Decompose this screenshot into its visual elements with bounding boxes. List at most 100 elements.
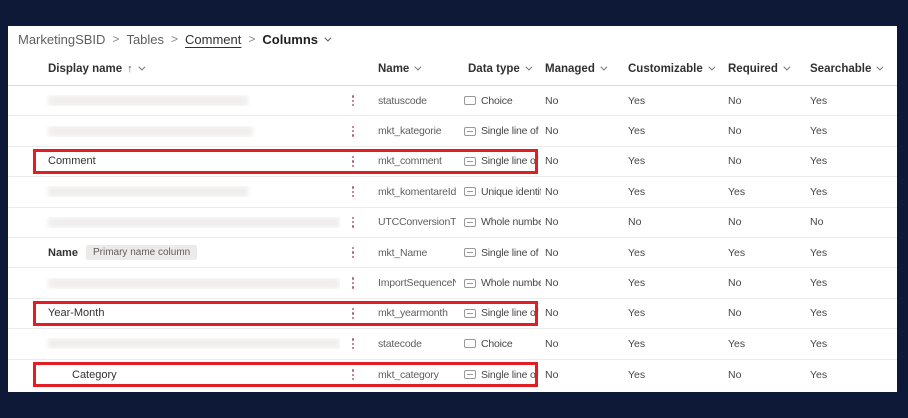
- table-row[interactable]: ImportSequenceNu... Whole number No Yes No Ye…: [8, 268, 897, 299]
- cell-data-type: Single line of te:: [456, 247, 541, 259]
- table-row[interactable]: Name Primary name column mkt_Name Single li…: [8, 238, 897, 269]
- breadcrumb-entity[interactable]: Comment: [185, 32, 241, 47]
- chevron-down-icon[interactable]: [324, 34, 332, 42]
- more-options-icon[interactable]: [350, 215, 356, 230]
- datatype-text-icon: [464, 126, 476, 136]
- cell-data-type: Whole number: [456, 216, 541, 228]
- table-row[interactable]: statuscode Choice No Yes No Yes: [8, 86, 897, 117]
- cell-display-name[interactable]: [8, 338, 340, 350]
- cell-searchable: No: [810, 216, 824, 229]
- chevron-down-icon[interactable]: [525, 63, 533, 71]
- header-customizable[interactable]: Customizable: [624, 63, 724, 75]
- cell-managed: No: [545, 368, 559, 381]
- datatype-text-icon: [464, 156, 476, 166]
- cell-display-name[interactable]: [8, 277, 340, 289]
- table-row[interactable]: statecode Choice No Yes Yes Yes: [8, 329, 897, 360]
- cell-actions: [340, 336, 366, 351]
- datatype-text-icon: [464, 248, 476, 258]
- cell-name: mkt_komentareId: [378, 185, 456, 198]
- cell-display-name[interactable]: Name Primary name column: [8, 245, 340, 261]
- breadcrumb-tables[interactable]: Tables: [126, 32, 164, 47]
- cell-name: ImportSequenceNu...: [378, 277, 456, 290]
- datatype-number-icon: [464, 217, 476, 227]
- cell-display-name[interactable]: [8, 186, 340, 198]
- cell-data-type: Single line of te:: [456, 155, 541, 167]
- cell-actions: [340, 154, 366, 169]
- data-type-text: Whole number: [481, 216, 541, 229]
- screenshot-root: { "frame": { "matte_color": "#0d1936" },…: [0, 0, 908, 418]
- cell-display-name[interactable]: Year-Month: [8, 307, 340, 319]
- cell-display-name[interactable]: [8, 216, 340, 228]
- columns-view-panel: MarketingSBID > Tables > Comment > Colum…: [8, 26, 897, 392]
- cell-display-name[interactable]: Comment: [8, 155, 340, 167]
- table-row[interactable]: mkt_komentareId Unique identifie No Yes Yes Y…: [8, 177, 897, 208]
- data-type-text: Single line of te:: [481, 246, 541, 259]
- datatype-choice-icon: [464, 96, 476, 106]
- cell-required: Yes: [728, 337, 746, 350]
- cell-name: statecode: [378, 337, 422, 350]
- more-options-icon[interactable]: [350, 184, 356, 199]
- header-data-type[interactable]: Data type: [456, 63, 541, 75]
- cell-searchable: Yes: [810, 277, 828, 290]
- more-options-icon[interactable]: [350, 154, 356, 169]
- cell-customizable: Yes: [628, 185, 646, 198]
- cell-required: No: [728, 368, 742, 381]
- data-type-text: Choice: [481, 337, 513, 350]
- cell-searchable: Yes: [810, 368, 828, 381]
- cell-customizable: No: [628, 216, 642, 229]
- chevron-down-icon[interactable]: [783, 63, 791, 71]
- chevron-down-icon[interactable]: [414, 63, 422, 71]
- cell-managed: No: [545, 246, 559, 259]
- cell-searchable: Yes: [810, 185, 828, 198]
- more-options-icon[interactable]: [350, 124, 356, 139]
- datatype-text-icon: [464, 308, 476, 318]
- more-options-icon[interactable]: [350, 336, 356, 351]
- chevron-down-icon[interactable]: [708, 63, 716, 71]
- redacted-display-name: [48, 277, 340, 289]
- redacted-display-name: [48, 95, 248, 107]
- header-searchable[interactable]: Searchable: [806, 63, 897, 75]
- cell-searchable: Yes: [810, 94, 828, 107]
- breadcrumb-section[interactable]: Columns: [262, 32, 318, 47]
- cell-required: No: [728, 216, 742, 229]
- cell-data-type: Single line of te:: [456, 125, 541, 137]
- cell-name: mkt_Name: [378, 246, 428, 259]
- table-body: statuscode Choice No Yes No Yes mkt_kategorie S…: [8, 86, 897, 392]
- cell-required: No: [728, 125, 742, 138]
- redacted-display-name: [48, 125, 253, 137]
- more-options-icon[interactable]: [350, 275, 356, 290]
- header-required[interactable]: Required: [724, 63, 806, 75]
- chevron-down-icon[interactable]: [600, 63, 608, 71]
- cell-name: mkt_comment: [378, 155, 442, 168]
- cell-actions: [340, 245, 366, 260]
- cell-name: mkt_kategorie: [378, 125, 442, 138]
- table-row[interactable]: Category mkt_category Single line of te: No…: [8, 360, 897, 390]
- header-name[interactable]: Name: [366, 63, 456, 75]
- cell-required: No: [728, 155, 742, 168]
- cell-display-name[interactable]: [8, 125, 340, 137]
- cell-actions: [340, 306, 366, 321]
- table-row[interactable]: mkt_kategorie Single line of te: No Yes No Ye…: [8, 116, 897, 147]
- chevron-down-icon[interactable]: [876, 63, 884, 71]
- more-options-icon[interactable]: [350, 367, 356, 382]
- more-options-icon[interactable]: [350, 306, 356, 321]
- breadcrumb-separator: >: [171, 32, 179, 46]
- table-row[interactable]: Comment mkt_comment Single line of te: No Ye…: [8, 147, 897, 178]
- cell-actions: [340, 275, 366, 290]
- table-row[interactable]: UTCConversionTim... Whole number No No No No: [8, 208, 897, 238]
- table-row[interactable]: Year-Month mkt_yearmonth Single line of te…: [8, 299, 897, 330]
- cell-data-type: Single line of te:: [456, 369, 541, 381]
- breadcrumb-environment[interactable]: MarketingSBID: [18, 32, 105, 47]
- more-options-icon[interactable]: [350, 93, 356, 108]
- more-options-icon[interactable]: [350, 245, 356, 260]
- header-display-name[interactable]: Display name ↑: [8, 63, 340, 75]
- header-managed[interactable]: Managed: [541, 63, 624, 75]
- cell-display-name[interactable]: Category: [8, 369, 340, 381]
- cell-managed: No: [545, 307, 559, 320]
- datatype-choice-icon: [464, 339, 476, 349]
- cell-display-name[interactable]: [8, 95, 340, 107]
- datatype-uniqueid-icon: [464, 187, 476, 197]
- chevron-down-icon[interactable]: [138, 63, 146, 71]
- cell-managed: No: [545, 155, 559, 168]
- cell-customizable: Yes: [628, 337, 646, 350]
